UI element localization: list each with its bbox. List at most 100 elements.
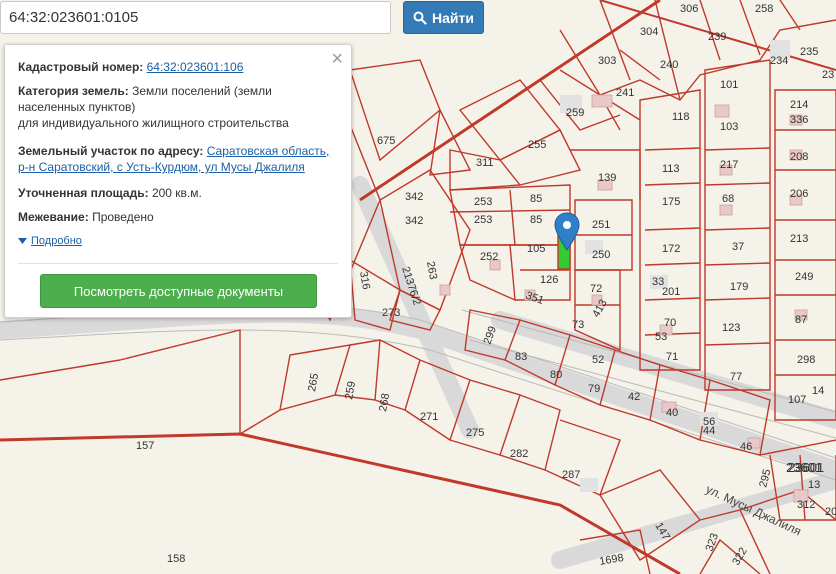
category-value: Земли поселений (земли xyxy=(132,84,272,98)
parcel-label: 157 xyxy=(136,440,154,452)
parcel-label: 275 xyxy=(466,427,484,439)
search-icon xyxy=(413,11,427,25)
view-documents-label: Посмотреть доступные документы xyxy=(73,283,284,299)
address-row: Земельный участок по адресу: Саратовская… xyxy=(18,143,343,175)
parcel-label: 249 xyxy=(795,271,813,283)
parcel-label: 118 xyxy=(672,111,690,123)
parcel-label: 46 xyxy=(740,441,752,453)
parcel-label: 298 xyxy=(797,354,815,366)
parcel-label: 158 xyxy=(167,553,185,565)
cadastral-label: Кадастровый номер: xyxy=(18,60,144,74)
parcel-label: 139 xyxy=(598,172,616,184)
parcel-label: 241 xyxy=(616,87,634,99)
parcel-label: 258 xyxy=(755,3,773,15)
parcel-label: 287 xyxy=(562,469,580,481)
parcel-label: 342 xyxy=(405,215,423,227)
view-documents-button[interactable]: Посмотреть доступные документы xyxy=(40,274,317,308)
survey-value: Проведено xyxy=(92,210,154,224)
parcel-label: 282 xyxy=(510,448,528,460)
parcel-label: 37 xyxy=(732,241,744,253)
cadastral-search-input[interactable] xyxy=(0,1,391,34)
area-value: 200 кв.м. xyxy=(151,186,202,200)
parcel-label: 213 xyxy=(790,233,808,245)
area-row: Уточненная площадь: 200 кв.м. xyxy=(18,185,202,201)
parcel-label: 251 xyxy=(592,219,610,231)
parcel-label: 179 xyxy=(730,281,748,293)
parcel-label: 85 xyxy=(530,193,542,205)
address-link[interactable]: р-н Саратовский, с Усть-Курдюм, ул Мусы … xyxy=(18,160,305,174)
parcel-label: 172 xyxy=(662,243,680,255)
parcel-label: 85 xyxy=(530,214,542,226)
parcel-label: 14 xyxy=(812,385,824,397)
parcel-label: 675 xyxy=(377,135,395,147)
survey-row: Межевание: Проведено xyxy=(18,209,154,225)
parcel-label: 240 xyxy=(660,59,678,71)
parcel-label: 208 xyxy=(790,151,808,163)
parcel-label: 342 xyxy=(405,191,423,203)
parcel-label: 107 xyxy=(788,394,806,406)
parcel-label: 53 xyxy=(655,331,667,343)
parcel-label: 250 xyxy=(592,249,610,261)
parcel-label: 105 xyxy=(527,243,545,255)
parcel-label: 20 xyxy=(825,506,836,518)
parcel-label: 253 xyxy=(474,196,492,208)
parcel-label: 311 xyxy=(476,157,494,169)
parcel-label: 253 xyxy=(474,214,492,226)
parcel-label: 259 xyxy=(566,107,584,119)
search-button-label: Найти xyxy=(432,9,474,26)
parcel-label: 77 xyxy=(730,371,742,383)
parcel-label: 70 xyxy=(664,317,676,329)
address-label: Земельный участок по адресу: xyxy=(18,144,204,158)
parcel-label: 271 xyxy=(420,411,438,423)
parcel-label: 113 xyxy=(662,163,680,175)
parcel-label: 42 xyxy=(628,391,640,403)
parcel-label: 103 xyxy=(720,121,738,133)
category-row: Категория земель: Земли поселений (земли… xyxy=(18,83,338,131)
search-button[interactable]: Найти xyxy=(403,1,484,34)
parcel-label: 87 xyxy=(795,314,807,326)
parcel-label: 175 xyxy=(662,196,680,208)
parcel-label: 79 xyxy=(588,383,600,395)
parcel-label: 123 xyxy=(722,322,740,334)
parcel-label: 13 xyxy=(808,479,820,491)
area-label: Уточненная площадь: xyxy=(18,186,149,200)
details-toggle[interactable]: Подробно xyxy=(18,235,82,247)
parcel-label: 73 xyxy=(572,319,584,331)
parcel-label: 83 xyxy=(515,351,527,363)
cadastral-row: Кадастровый номер: 64:32:023601:106 xyxy=(18,59,243,75)
category-value: населенных пунктов) xyxy=(18,100,136,114)
caret-down-icon xyxy=(18,237,27,244)
panel-divider xyxy=(18,263,338,264)
parcel-label: 52 xyxy=(592,354,604,366)
parcel-label: 126 xyxy=(540,274,558,286)
cadastral-number-link[interactable]: 64:32:023601:106 xyxy=(147,60,244,74)
parcel-label: 80 xyxy=(550,369,562,381)
parcel-label: 68 xyxy=(722,193,734,205)
category-value: для индивидуального жилищного строительс… xyxy=(18,116,289,130)
parcel-label: 40 xyxy=(666,407,678,419)
parcel-label: 336 xyxy=(790,114,808,126)
parcel-label: 252 xyxy=(480,251,498,263)
parcel-label: 44 xyxy=(703,425,715,437)
parcel-label: 235 xyxy=(800,46,818,58)
survey-label: Межевание: xyxy=(18,210,89,224)
parcel-label: 304 xyxy=(640,26,658,38)
parcel-label: 206 xyxy=(790,188,808,200)
parcel-label: 234 xyxy=(770,55,788,67)
parcel-label: 273 xyxy=(382,307,400,319)
address-link[interactable]: Саратовская область, xyxy=(207,144,330,158)
parcel-label: 255 xyxy=(528,139,546,151)
parcel-label: 239 xyxy=(708,31,726,43)
parcel-label: 303 xyxy=(598,55,616,67)
category-label: Категория земель: xyxy=(18,84,129,98)
quarter-label: 23601 xyxy=(788,460,825,475)
close-icon[interactable]: × xyxy=(331,49,343,69)
parcel-label: 72 xyxy=(590,283,602,295)
parcel-label: 23 xyxy=(822,69,834,81)
parcel-label: 217 xyxy=(720,159,738,171)
parcel-label: 101 xyxy=(720,79,738,91)
parcel-label: 306 xyxy=(680,3,698,15)
details-link[interactable]: Подробно xyxy=(31,235,82,247)
parcel-label: 71 xyxy=(666,351,678,363)
parcel-info-panel: × Кадастровый номер: 64:32:023601:106 Ка… xyxy=(4,44,352,318)
